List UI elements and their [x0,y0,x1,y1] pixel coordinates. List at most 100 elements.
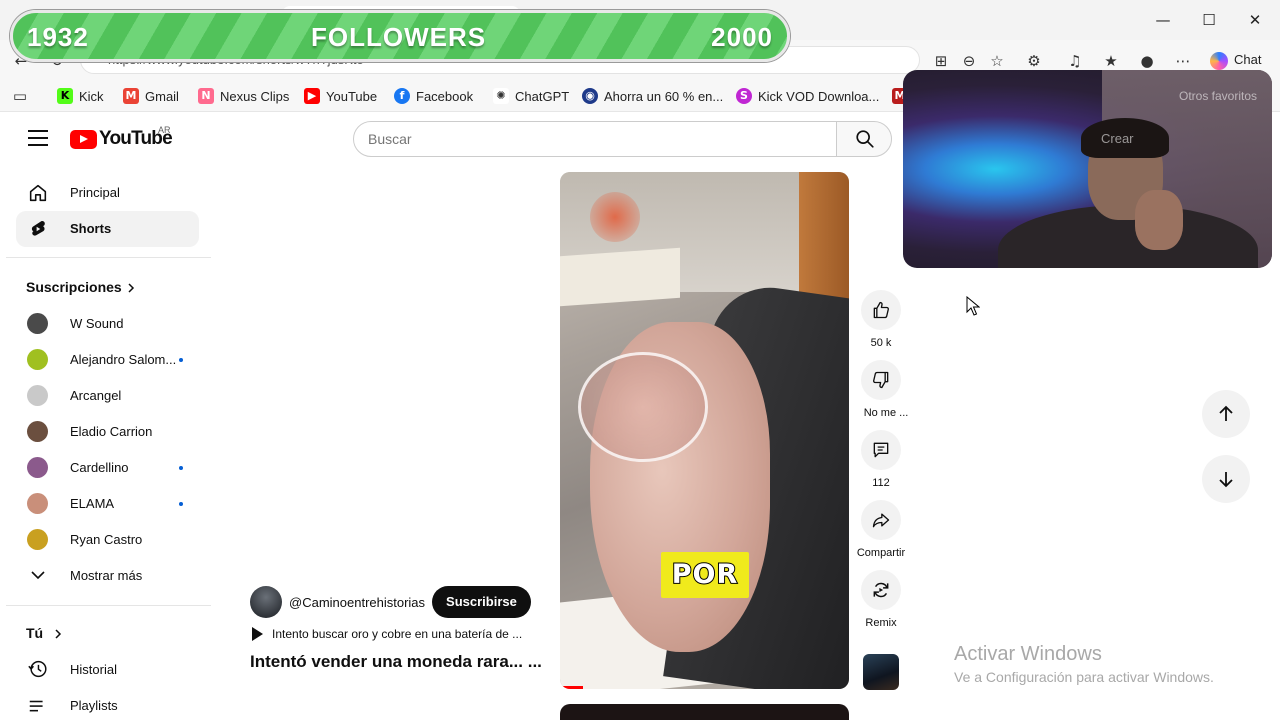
bookmark-kick-vod[interactable]: S Kick VOD Downloa... [736,87,879,105]
subscription-item[interactable]: Arcangel [70,388,121,403]
menu-icon[interactable] [28,130,48,146]
avatar [27,493,48,514]
profile-icon[interactable]: ● [1136,50,1158,72]
thumbs-down-icon [873,371,889,389]
coin-case [578,352,708,462]
tab-actions-icon[interactable]: ▭ [9,85,31,107]
channel-name[interactable]: @Caminoentrehistorias [289,595,425,610]
bookmark-youtube[interactable]: ▶ YouTube [304,87,377,105]
subscriptions-title[interactable]: Suscripciones [26,279,122,295]
mouse-cursor-icon [966,296,980,316]
kick-icon: K [57,88,73,104]
apps-icon[interactable]: ⊞ [930,50,952,72]
remix-button[interactable] [861,570,901,610]
bookmark-label: Nexus Clips [220,88,290,104]
steam-icon: ◉ [582,88,598,104]
close-button[interactable]: ✕ [1232,8,1278,32]
youtube-logo[interactable]: YouTube [70,128,173,150]
more-icon[interactable]: ⋯ [1172,50,1194,72]
comments-button[interactable] [861,430,901,470]
bookmark-label: Gmail [145,88,179,104]
related-video-link[interactable]: Intento buscar oro y cobre en una baterí… [252,627,522,641]
windows-activation-subtitle: Ve a Configuración para activar Windows. [954,669,1214,685]
media-icon[interactable]: ♫ [1064,50,1086,72]
sidebar-item-history[interactable]: Historial [70,662,117,677]
zoom-icon[interactable]: ⊖ [958,50,980,72]
bookmark-kick[interactable]: K Kick [57,87,104,105]
next-short-button[interactable] [1202,455,1250,503]
related-video-title: Intento buscar oro y cobre en una baterí… [272,627,523,641]
you-section-title[interactable]: Tú [26,625,43,641]
subscribe-button[interactable]: Suscribirse [432,586,531,618]
followers-goal: 2000 [711,22,773,52]
bookmark-label: Kick [79,88,104,104]
channel-avatar[interactable] [250,586,282,618]
subscription-item[interactable]: Eladio Carrion [70,424,152,439]
avatar [27,313,48,334]
arrow-up-icon [1219,405,1233,421]
share-label: Compartir [856,547,906,559]
video-progress-bar[interactable] [560,686,584,689]
bookmark-nexus-clips[interactable]: N Nexus Clips [198,87,289,105]
youtube-play-icon [70,129,97,149]
chevron-down-icon [31,571,45,580]
maximize-button[interactable]: ☐ [1186,8,1232,32]
avatar [27,457,48,478]
bookmark-chatgpt[interactable]: ✺ ChatGPT [493,87,569,105]
bookmark-label: Facebook [416,88,474,104]
nexus-clips-icon: N [198,88,214,104]
chevron-right-icon[interactable] [125,282,137,294]
avatar [27,385,48,406]
followers-current: 1932 [27,22,89,52]
ghost-create-label: Crear [1101,131,1134,146]
blurred-logo [590,192,640,242]
search-input[interactable] [368,128,818,150]
subscription-item[interactable]: Ryan Castro [70,532,142,547]
favorites-icon[interactable]: ★ [1100,50,1122,72]
chevron-right-icon[interactable] [52,628,64,640]
comment-icon [873,442,889,458]
next-short-preview[interactable] [560,704,849,720]
favorite-star-icon[interactable]: ☆ [986,50,1008,72]
subscription-item[interactable]: ELAMA [70,496,114,511]
avatar [27,349,48,370]
new-content-dot [179,502,183,506]
arrow-down-icon [1219,472,1233,488]
search-icon [856,130,874,148]
thumbs-up-icon [873,301,889,319]
video-caption: POR [661,552,749,598]
bookmark-label: ChatGPT [515,88,570,104]
channel-row: @Caminoentrehistorias Suscribirse [250,586,531,618]
share-button[interactable] [861,500,901,540]
new-content-dot [179,358,183,362]
audio-source-thumbnail[interactable] [863,654,899,690]
bookmark-label: YouTube [326,88,378,104]
short-title[interactable]: Intentó vender una moneda rara... ... [250,652,542,672]
short-video-player[interactable]: POR [560,172,849,689]
extensions-icon[interactable]: ⚙ [1023,50,1045,72]
followers-label: FOLLOWERS [311,22,487,52]
subscription-item[interactable]: W Sound [70,316,123,331]
previous-short-button[interactable] [1202,390,1250,438]
search-button[interactable] [836,121,892,157]
copilot-icon [1210,51,1228,70]
bookmark-steam[interactable]: ◉ Ahorra un 60 % en... [582,87,723,105]
subscription-item[interactable]: Cardellino [70,460,129,475]
webcam-overlay: Crear Otros favoritos [903,70,1272,268]
like-button[interactable] [861,290,901,330]
subscription-item[interactable]: Alejandro Salom... [70,352,176,367]
show-more-button[interactable]: Mostrar más [70,568,142,583]
dislike-button[interactable] [861,360,901,400]
bookmark-gmail[interactable]: M Gmail [123,87,179,105]
sidebar-item-playlists[interactable]: Playlists [70,698,118,713]
dislike-label: No me ... [863,407,909,419]
country-code: AR [158,125,171,135]
minimize-button[interactable]: — [1140,8,1186,32]
like-count: 50 k [870,337,892,349]
playlists-icon [29,700,43,712]
bookmark-facebook[interactable]: f Facebook [394,87,473,105]
home-icon [29,184,47,202]
play-icon [252,627,263,641]
remix-icon [873,582,889,598]
followers-goal-bar: 1932 FOLLOWERS 2000 [10,10,790,62]
